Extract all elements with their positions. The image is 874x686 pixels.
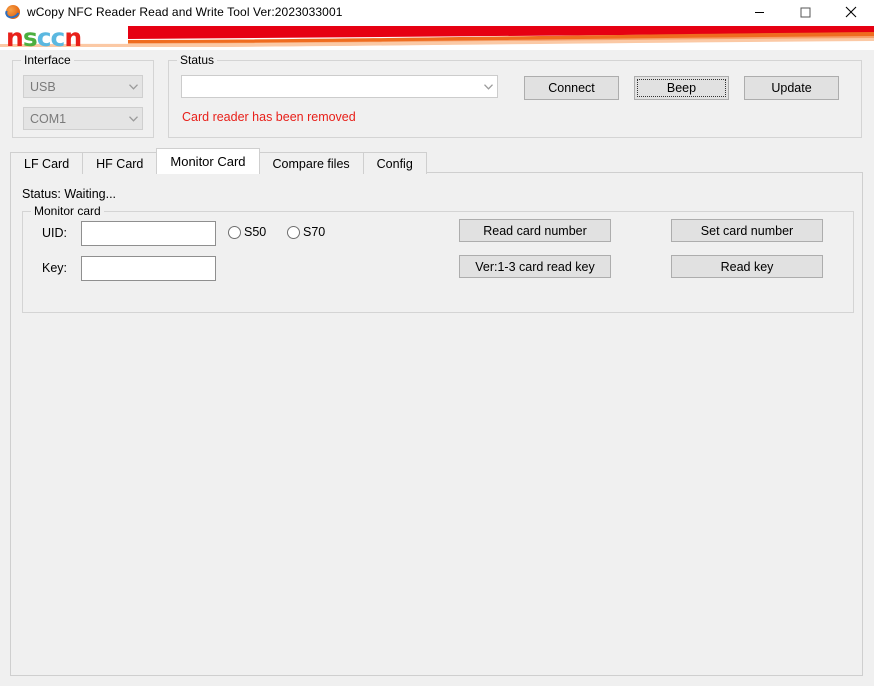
application-window: wCopy NFC Reader Read and Write Tool Ver…: [0, 0, 874, 686]
beep-button[interactable]: Beep: [634, 76, 729, 100]
logo-letter: s: [23, 25, 37, 50]
maximize-icon[interactable]: [782, 0, 828, 24]
connect-button[interactable]: Connect: [524, 76, 619, 100]
status-select[interactable]: [181, 75, 498, 98]
chevron-down-icon: [480, 76, 497, 97]
read-card-number-label: Read card number: [483, 224, 587, 238]
window-controls: [736, 0, 874, 24]
tab-label: Config: [377, 157, 413, 171]
set-card-number-label: Set card number: [701, 224, 793, 238]
tab-label: Compare files: [273, 157, 350, 171]
radio-label: S50: [244, 225, 266, 239]
radio-indicator: [228, 226, 241, 239]
status-group-title: Status: [177, 53, 217, 67]
monitor-card-group: Monitor card UID: Key: S50 S70 Read card…: [22, 211, 854, 313]
status-message: Card reader has been removed: [182, 110, 356, 124]
app-icon: [5, 4, 21, 20]
logo-letter: c: [37, 25, 51, 50]
monitor-card-group-title: Monitor card: [31, 204, 104, 218]
tab-label: HF Card: [96, 157, 143, 171]
key-input[interactable]: [81, 256, 216, 281]
logo-letter: n: [64, 25, 81, 50]
chevron-down-icon: [125, 108, 142, 129]
update-button[interactable]: Update: [744, 76, 839, 100]
brand-banner: nsccn: [0, 24, 874, 50]
tab-lf-card[interactable]: LF Card: [10, 152, 83, 174]
tab-label: LF Card: [24, 157, 69, 171]
monitor-card-panel: Status: Waiting... Monitor card UID: Key…: [10, 172, 863, 676]
read-key-button[interactable]: Read key: [671, 255, 823, 278]
radio-label: S70: [303, 225, 325, 239]
interface-port-value: COM1: [24, 112, 125, 126]
interface-group: Interface USB COM1: [12, 60, 154, 138]
key-label: Key:: [42, 261, 67, 275]
close-icon[interactable]: [828, 0, 874, 24]
tab-compare-files[interactable]: Compare files: [259, 152, 364, 174]
uid-input[interactable]: [81, 221, 216, 246]
uid-label: UID:: [42, 226, 67, 240]
update-button-label: Update: [771, 81, 811, 95]
radio-indicator: [287, 226, 300, 239]
beep-button-label: Beep: [667, 81, 696, 95]
tab-config[interactable]: Config: [363, 152, 427, 174]
ver-card-read-key-label: Ver:1-3 card read key: [475, 260, 595, 274]
brand-logo: nsccn: [6, 25, 81, 50]
interface-port-select[interactable]: COM1: [23, 107, 143, 130]
window-title: wCopy NFC Reader Read and Write Tool Ver…: [27, 5, 343, 19]
chevron-down-icon: [125, 76, 142, 97]
status-group: Status Card reader has been removed Conn…: [168, 60, 862, 138]
monitor-status-text: Status: Waiting...: [22, 187, 116, 201]
logo-letter: c: [51, 25, 65, 50]
logo-letter: n: [6, 25, 23, 50]
minimize-icon[interactable]: [736, 0, 782, 24]
read-card-number-button[interactable]: Read card number: [459, 219, 611, 242]
radio-card-type-s50[interactable]: S50: [228, 225, 266, 239]
interface-type-select[interactable]: USB: [23, 75, 143, 98]
connect-button-label: Connect: [548, 81, 595, 95]
title-bar: wCopy NFC Reader Read and Write Tool Ver…: [0, 0, 874, 24]
interface-type-value: USB: [24, 80, 125, 94]
tab-hf-card[interactable]: HF Card: [82, 152, 157, 174]
interface-group-title: Interface: [21, 53, 74, 67]
set-card-number-button[interactable]: Set card number: [671, 219, 823, 242]
banner-stripes: [0, 24, 874, 50]
read-key-label: Read key: [721, 260, 774, 274]
tab-strip: LF Card HF Card Monitor Card Compare fil…: [10, 150, 426, 174]
tab-label: Monitor Card: [170, 154, 245, 169]
radio-card-type-s70[interactable]: S70: [287, 225, 325, 239]
ver-card-read-key-button[interactable]: Ver:1-3 card read key: [459, 255, 611, 278]
tab-monitor-card[interactable]: Monitor Card: [156, 148, 259, 174]
